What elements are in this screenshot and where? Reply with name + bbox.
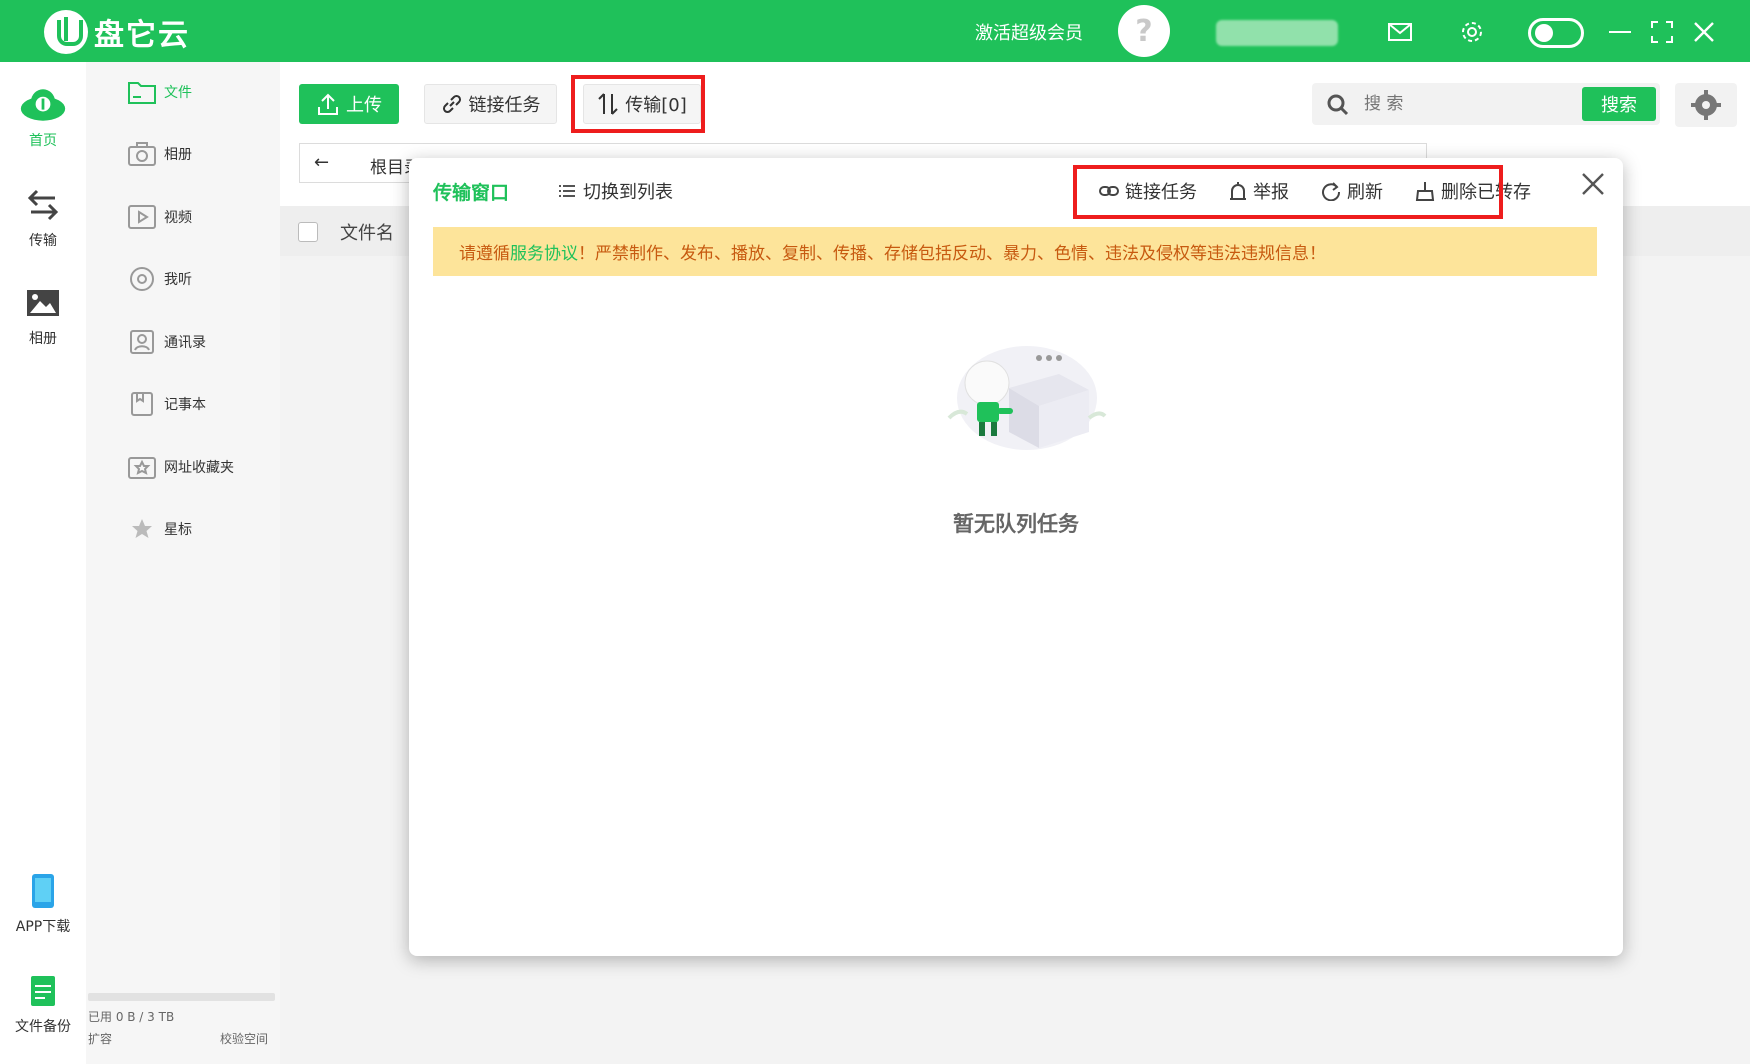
activate-vip-link[interactable]: 激活超级会员: [975, 19, 1083, 45]
notice-prefix: 请遵循: [459, 244, 510, 264]
rail-item-label: 文件备份: [15, 1019, 71, 1035]
sidebar-item-label: 相册: [164, 147, 192, 163]
sidebar-item-label: 视频: [164, 210, 192, 226]
highlight-box-modal-tools: [1073, 165, 1503, 219]
modal-title: 传输窗口: [433, 182, 510, 204]
sidebar-item-album[interactable]: 相册: [126, 136, 192, 172]
rail-item-home[interactable]: 首页: [0, 86, 86, 150]
back-arrow-icon[interactable]: ←: [314, 152, 329, 173]
app-title: 盘它云: [94, 18, 190, 53]
upload-label: 上传: [346, 95, 382, 116]
sidebar-item-starred[interactable]: 星标: [126, 511, 192, 547]
rail-item-label: 传输: [29, 233, 57, 249]
folder-icon: [126, 78, 158, 106]
gear-icon[interactable]: [1458, 18, 1486, 46]
rail-item-app-download[interactable]: APP下载: [0, 872, 86, 936]
transfer-arrows-icon: [19, 186, 67, 224]
gear-icon: [1691, 90, 1721, 120]
rail-item-photo[interactable]: 相册: [0, 284, 86, 348]
minimize-icon[interactable]: [1606, 18, 1634, 46]
photo-icon: [19, 284, 67, 322]
contacts-icon: [126, 328, 158, 356]
notice-suffix: ！严禁制作、发布、播放、复制、传播、存储包括反动、暴力、色情、违法及侵权等违法违…: [578, 244, 1326, 264]
settings-button[interactable]: [1675, 83, 1737, 127]
bookmark-icon: [126, 453, 158, 481]
switch-to-list-label: 切换到列表: [583, 182, 673, 203]
notebook-icon: [126, 390, 158, 418]
search-button[interactable]: 搜索: [1582, 87, 1656, 121]
link-icon: [442, 94, 461, 114]
service-agreement-link[interactable]: 服务协议: [510, 239, 578, 264]
upload-button[interactable]: 上传: [299, 84, 399, 124]
sidebar-item-label: 星标: [164, 522, 192, 538]
switch-to-list-button[interactable]: 切换到列表: [559, 178, 673, 204]
cloud-home-icon: [19, 86, 67, 124]
rail-item-label: 首页: [29, 133, 57, 149]
fullscreen-icon[interactable]: [1648, 18, 1676, 46]
title-bar: 盘它云 激活超级会员 ?: [0, 0, 1750, 62]
storage-used-text: 已用 0 B / 3 TB: [88, 1010, 175, 1024]
camera-icon: [126, 140, 158, 168]
upload-icon: [318, 93, 338, 115]
mode-toggle[interactable]: [1528, 18, 1584, 48]
sidebar-item-label: 通讯录: [164, 335, 206, 351]
sidebar-item-video[interactable]: 视频: [126, 199, 192, 235]
highlight-box-transfer: [571, 75, 705, 133]
link-task-button[interactable]: 链接任务: [424, 84, 557, 124]
document-icon: [19, 972, 67, 1010]
logo-icon: [44, 10, 88, 54]
select-all-checkbox[interactable]: [298, 222, 318, 242]
close-icon[interactable]: [1690, 18, 1718, 46]
search-icon: [1327, 94, 1349, 116]
rail-item-label: APP下载: [15, 919, 71, 935]
sidebar-item-contacts[interactable]: 通讯录: [126, 324, 206, 360]
expand-storage-link[interactable]: 扩容: [88, 1030, 112, 1047]
sidebar-item-notebook[interactable]: 记事本: [126, 386, 206, 422]
rail-item-transfer[interactable]: 传输: [0, 186, 86, 250]
sidebar-item-files[interactable]: 文件: [126, 74, 192, 110]
transfer-window-modal: 传输窗口 切换到列表 链接任务 举报 刷新 删除已转存 请遵循 服务协议 ！严禁制作…: [409, 158, 1623, 956]
left-rail: 首页 传输 相册 APP下载 文件备份: [0, 62, 86, 1064]
sidebar-item-bookmarks[interactable]: 网址收藏夹: [126, 449, 234, 485]
star-icon: [126, 515, 158, 543]
phone-icon: [19, 872, 67, 910]
close-icon[interactable]: [1579, 170, 1607, 198]
storage-progress-bar: [88, 993, 275, 1001]
sidebar-item-label: 我听: [164, 272, 192, 288]
mail-icon[interactable]: [1386, 18, 1414, 46]
empty-queue-message: 暂无队列任务: [953, 512, 1079, 536]
sidebar-item-label: 文件: [164, 85, 192, 101]
verify-space-link[interactable]: 校验空间: [220, 1030, 268, 1047]
rail-item-file-backup[interactable]: 文件备份: [0, 972, 86, 1036]
music-disc-icon: [126, 265, 158, 293]
empty-box-illustration: [947, 346, 1107, 450]
search-input[interactable]: [1364, 91, 1564, 117]
rail-item-label: 相册: [29, 331, 57, 347]
column-filename[interactable]: 文件名: [340, 219, 394, 245]
sidebar-item-label: 记事本: [164, 397, 206, 413]
avatar[interactable]: ?: [1118, 5, 1170, 57]
sidebar-item-label: 网址收藏夹: [164, 460, 234, 476]
video-icon: [126, 203, 158, 231]
list-icon: [559, 185, 575, 197]
link-task-label: 链接任务: [468, 95, 541, 116]
app-logo: 盘它云: [44, 10, 190, 54]
terms-notice: 请遵循 服务协议 ！严禁制作、发布、播放、复制、传播、存储包括反动、暴力、色情、违法…: [433, 227, 1597, 276]
sidebar-item-music[interactable]: 我听: [126, 261, 192, 297]
username-blurred[interactable]: [1216, 20, 1338, 46]
